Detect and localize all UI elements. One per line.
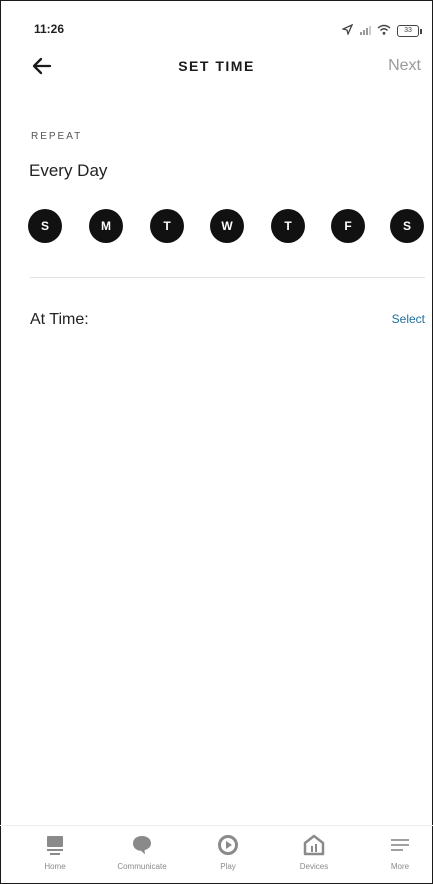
day-sunday[interactable]: S bbox=[28, 209, 62, 243]
day-tuesday[interactable]: T bbox=[150, 209, 184, 243]
tab-devices[interactable]: Devices bbox=[284, 826, 344, 882]
repeat-section-label: REPEAT bbox=[31, 131, 83, 142]
repeat-value[interactable]: Every Day bbox=[29, 161, 107, 181]
top-app-bar: SET TIME Next bbox=[0, 48, 433, 84]
chat-bubble-icon bbox=[133, 836, 151, 855]
tab-devices-label: Devices bbox=[299, 862, 329, 871]
day-selector: S M T W T F S bbox=[28, 209, 426, 243]
select-time-link[interactable]: Select bbox=[392, 312, 425, 326]
day-friday[interactable]: F bbox=[331, 209, 365, 243]
day-monday[interactable]: M bbox=[89, 209, 123, 243]
battery-icon: 33 bbox=[397, 25, 422, 37]
devices-icon bbox=[303, 834, 325, 856]
tab-more[interactable]: More bbox=[370, 826, 430, 882]
day-thursday[interactable]: T bbox=[271, 209, 305, 243]
tab-communicate[interactable]: Communicate bbox=[112, 826, 172, 882]
home-icon bbox=[47, 836, 63, 855]
section-divider bbox=[30, 277, 425, 278]
next-button[interactable]: Next bbox=[388, 57, 421, 75]
day-saturday[interactable]: S bbox=[390, 209, 424, 243]
tab-more-label: More bbox=[390, 862, 410, 871]
location-icon bbox=[341, 22, 354, 40]
page-title: SET TIME bbox=[178, 58, 255, 74]
tab-play-label: Play bbox=[220, 862, 236, 871]
status-bar: 11:26 33 bbox=[0, 0, 433, 40]
tab-home-label: Home bbox=[44, 862, 66, 871]
wifi-icon bbox=[377, 22, 391, 40]
status-time: 11:26 bbox=[34, 22, 65, 36]
signal-icon bbox=[359, 22, 371, 40]
menu-icon bbox=[391, 839, 409, 851]
tab-play[interactable]: Play bbox=[198, 826, 258, 882]
status-icons: 33 bbox=[341, 22, 422, 40]
day-wednesday[interactable]: W bbox=[210, 209, 244, 243]
play-icon bbox=[218, 835, 238, 855]
bottom-tab-bar: Home Communicate Play Devices More bbox=[0, 825, 433, 882]
at-time-label: At Time: bbox=[30, 311, 89, 328]
tab-home[interactable]: Home bbox=[25, 826, 85, 882]
tab-communicate-label: Communicate bbox=[117, 862, 167, 871]
